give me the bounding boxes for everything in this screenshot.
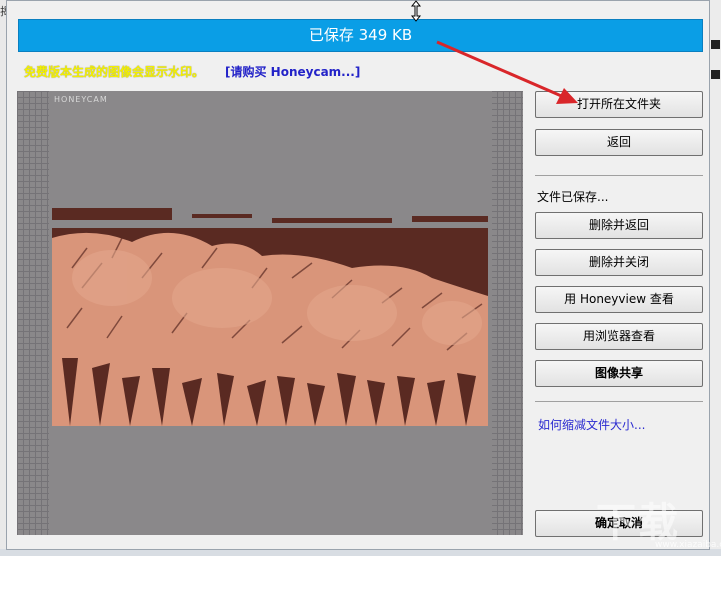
- file-saved-label: 文件已保存...: [537, 190, 609, 204]
- divider: [535, 175, 703, 176]
- preview-canvas: HONEYCAM: [49, 91, 492, 535]
- image-preview-area: HONEYCAM: [17, 91, 523, 535]
- delete-and-close-button[interactable]: 删除并关闭: [535, 249, 703, 276]
- saved-size-banner: 已保存 349 KB: [18, 19, 703, 52]
- background-square-icon: [711, 40, 720, 49]
- back-button[interactable]: 返回: [535, 129, 703, 156]
- resize-cursor-icon: [410, 0, 422, 22]
- shrink-file-size-link[interactable]: 如何缩减文件大小...: [538, 416, 645, 433]
- divider: [535, 401, 703, 402]
- buy-honeycam-link[interactable]: [请购买 Honeycam...]: [225, 63, 360, 80]
- honeycam-watermark: HONEYCAM: [54, 95, 108, 104]
- background-square-icon: [711, 70, 720, 79]
- view-in-browser-button[interactable]: 用浏览器查看: [535, 323, 703, 350]
- confirm-cancel-button[interactable]: 确定取消: [535, 510, 703, 537]
- delete-and-back-button[interactable]: 删除并返回: [535, 212, 703, 239]
- share-image-button[interactable]: 图像共享: [535, 360, 703, 387]
- open-folder-button[interactable]: 打开所在文件夹: [535, 91, 703, 118]
- background-window-right-edge: [710, 0, 721, 556]
- preview-image: [52, 208, 488, 426]
- site-watermark-url: www.xiazaiba.com: [655, 540, 721, 550]
- free-version-notice: 免费版本生成的图像会显示水印。: [24, 65, 205, 79]
- taskbar-edge: [0, 549, 721, 556]
- view-in-honeyview-button[interactable]: 用 Honeyview 查看: [535, 286, 703, 313]
